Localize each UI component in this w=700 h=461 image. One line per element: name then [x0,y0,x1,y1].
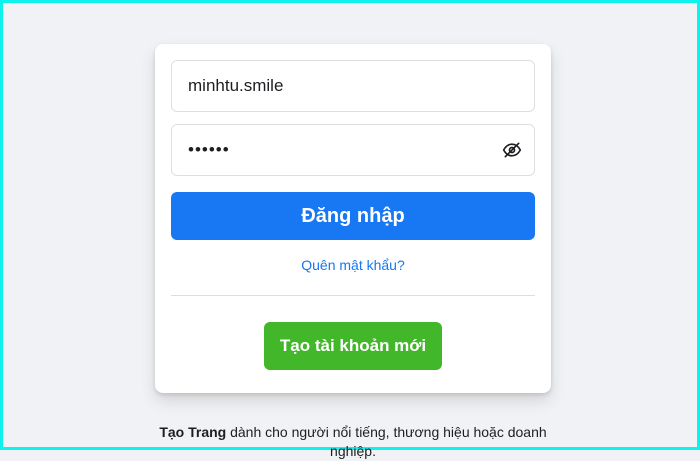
login-button[interactable]: Đăng nhập [171,192,535,240]
create-page-link[interactable]: Tạo Trang [159,424,226,440]
create-account-button[interactable]: Tạo tài khoản mới [264,322,442,370]
create-page-description: dành cho người nổi tiếng, thương hiệu ho… [226,424,547,459]
create-page-note: Tạo Trang dành cho người nổi tiếng, thươ… [155,423,551,461]
eye-slash-icon[interactable] [502,140,522,160]
username-field-container [171,60,535,112]
password-field-container [171,124,535,176]
divider [171,295,535,296]
login-card: Đăng nhập Quên mật khẩu? Tạo tài khoản m… [155,44,551,393]
forgot-password-link[interactable]: Quên mật khẩu? [155,257,551,273]
password-input[interactable] [172,125,534,175]
username-input[interactable] [172,61,534,111]
